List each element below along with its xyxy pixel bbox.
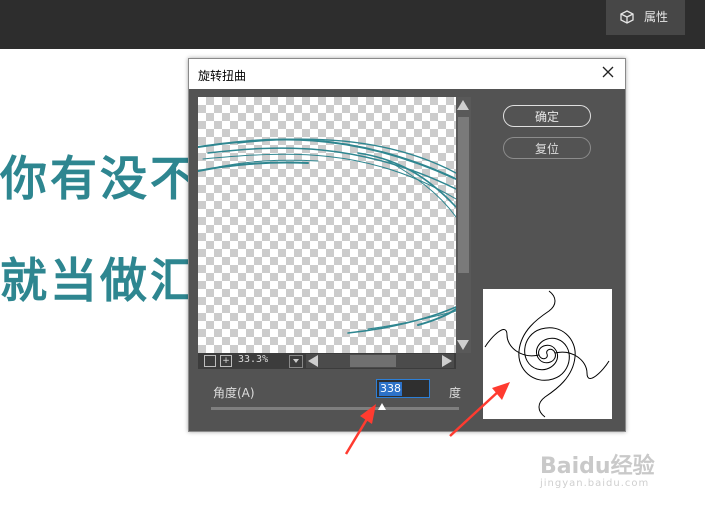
watermark-brand: Baidu经验 [540,454,655,479]
angle-unit-label: 度 [449,386,462,400]
vertical-scroll-thumb[interactable] [458,117,469,273]
twirl-thumbnail-preview [483,289,612,419]
angle-label: 角度(A) [213,386,255,400]
properties-icon [620,10,634,24]
preview-zoom-bar: + 33.3% [198,353,456,369]
scroll-up-icon[interactable] [457,100,469,110]
baidu-watermark: Baidu经验 jingyan.baidu.com [540,448,655,489]
preview-horizontal-scrollbar[interactable] [306,354,454,368]
zoom-in-button[interactable]: + [220,355,232,367]
filter-preview-canvas[interactable] [198,97,456,353]
preview-vertical-scrollbar[interactable] [456,97,471,353]
zoom-out-button[interactable] [204,355,216,367]
reset-button[interactable]: 复位 [503,137,591,159]
angle-slider-track[interactable] [211,407,459,410]
close-icon[interactable] [601,65,615,79]
scroll-left-icon[interactable] [308,355,318,367]
zoom-in-glyph: + [222,356,230,366]
properties-label: 属性 [644,10,669,24]
angle-value: 338 [379,382,402,396]
twirl-preview-strokes [198,138,456,334]
dialog-title: 旋转扭曲 [198,69,247,83]
watermark-url: jingyan.baidu.com [540,478,650,489]
angle-slider-handle[interactable] [378,403,387,410]
dialog-titlebar: 旋转扭曲 [189,59,625,89]
zoom-dropdown[interactable] [289,355,303,368]
canvas-text-line-1: 你有没不 [0,152,200,207]
canvas-text-line-2: 就当做汇 [0,254,200,309]
properties-panel-button[interactable]: 属性 [606,0,685,35]
scroll-right-icon[interactable] [442,355,452,367]
twirl-spiral-icon [484,290,610,418]
twirl-dialog: 旋转扭曲 + 33.3% 确定 复位 角度(A) 338 度 [188,58,626,432]
scroll-down-icon[interactable] [457,340,469,350]
app-topbar: 属性 [0,0,705,49]
zoom-value: 33.3% [238,354,269,365]
ok-button[interactable]: 确定 [503,105,591,127]
horizontal-scroll-thumb[interactable] [350,355,396,367]
angle-input[interactable]: 338 [376,379,430,398]
